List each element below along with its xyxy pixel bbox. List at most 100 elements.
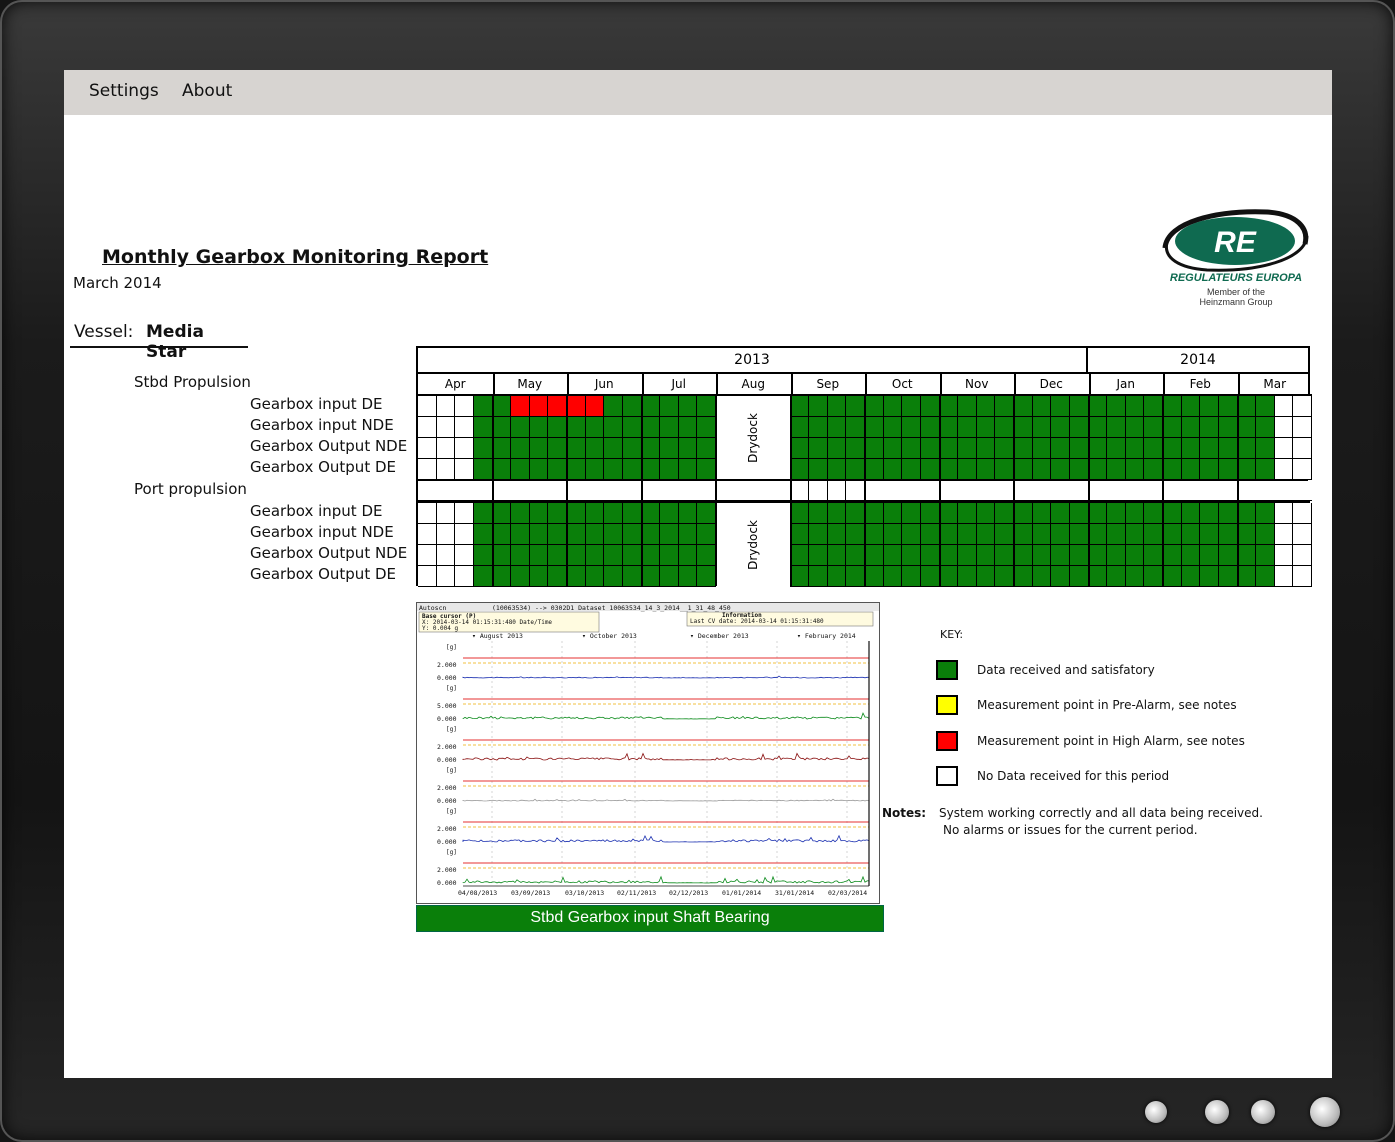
status-cell xyxy=(809,396,828,417)
status-cell xyxy=(1032,566,1052,587)
status-cell xyxy=(660,459,679,480)
row-label: Gearbox Output DE xyxy=(250,458,396,476)
row-label: Gearbox Output DE xyxy=(250,565,396,583)
report-date: March 2014 xyxy=(73,274,162,292)
status-cell xyxy=(827,503,847,524)
status-cell xyxy=(1107,524,1126,545)
status-cell xyxy=(641,503,661,524)
status-cell xyxy=(1032,396,1052,417)
separator-cell xyxy=(1237,480,1257,501)
status-cell xyxy=(958,417,977,438)
status-cell xyxy=(939,524,959,545)
status-cell xyxy=(1125,524,1145,545)
status-cell xyxy=(939,396,959,417)
status-cell xyxy=(995,545,1014,566)
status-cell xyxy=(622,566,642,587)
status-cell xyxy=(697,459,716,480)
status-cell xyxy=(1218,438,1238,459)
status-cell xyxy=(976,566,996,587)
status-cell xyxy=(1293,459,1312,480)
chart-svg: Autoscn (10063534) --> 0302D1 Dataset 100… xyxy=(417,603,879,897)
status-cell xyxy=(865,417,884,438)
power-button[interactable] xyxy=(1310,1097,1340,1127)
status-cell xyxy=(697,503,716,524)
status-cell xyxy=(1088,524,1108,545)
status-cell xyxy=(883,503,903,524)
status-cell xyxy=(790,459,810,480)
status-cell xyxy=(1069,566,1089,587)
panel-tick-high: 5.000 xyxy=(437,702,457,710)
status-cell xyxy=(1069,503,1089,524)
status-cell xyxy=(1107,396,1126,417)
status-cell xyxy=(1051,524,1070,545)
status-cell xyxy=(902,438,921,459)
monitor-button[interactable] xyxy=(1251,1100,1275,1124)
status-cell xyxy=(455,566,474,587)
x-tick-label: 03/10/2013 xyxy=(565,889,604,897)
status-cell xyxy=(920,503,940,524)
status-cell xyxy=(1200,566,1219,587)
cursor-y: Y: 0.004 g xyxy=(422,625,459,632)
status-cell xyxy=(902,524,921,545)
month-rule xyxy=(1013,396,1015,586)
status-cell xyxy=(473,438,493,459)
status-cell xyxy=(678,524,698,545)
status-cell xyxy=(622,459,642,480)
status-cell xyxy=(790,396,810,417)
menu-about[interactable]: About xyxy=(182,81,232,101)
status-cell xyxy=(920,459,940,480)
status-cell xyxy=(939,566,959,587)
status-cell xyxy=(641,545,661,566)
separator-cell xyxy=(604,480,623,501)
monitor-button[interactable] xyxy=(1205,1100,1229,1124)
month-jun: Jun xyxy=(567,374,644,396)
status-cell xyxy=(1069,524,1089,545)
status-cell xyxy=(1181,503,1201,524)
status-cell xyxy=(473,459,493,480)
status-cell xyxy=(1274,524,1294,545)
status-cell xyxy=(641,417,661,438)
separator-cell xyxy=(660,480,679,501)
status-cell xyxy=(567,438,586,459)
status-cell xyxy=(1069,459,1089,480)
status-cell xyxy=(1051,566,1070,587)
status-cell xyxy=(865,438,884,459)
status-cell xyxy=(1237,396,1257,417)
separator-cell xyxy=(418,480,437,501)
status-cell xyxy=(1163,417,1182,438)
status-cell xyxy=(567,459,586,480)
status-cell xyxy=(809,524,828,545)
panel-unit: [g] xyxy=(446,685,457,692)
monitor-button[interactable] xyxy=(1145,1101,1167,1123)
vibration-chart: Autoscn (10063534) --> 0302D1 Dataset 100… xyxy=(416,602,880,904)
status-cell xyxy=(511,417,530,438)
status-cell xyxy=(1125,545,1145,566)
key-title: KEY: xyxy=(940,628,964,641)
status-cell xyxy=(660,417,679,438)
status-cell xyxy=(1051,503,1070,524)
status-cell xyxy=(790,438,810,459)
status-cell xyxy=(511,459,530,480)
status-cell xyxy=(604,396,623,417)
status-cell xyxy=(1274,438,1294,459)
logo-company: REGULATEURS EUROPA xyxy=(1169,272,1303,284)
status-cell xyxy=(604,524,623,545)
row-label: Gearbox Output NDE xyxy=(250,437,408,455)
panel-tick-high: 2.000 xyxy=(437,825,457,833)
status-cell xyxy=(1163,545,1182,566)
menu-settings[interactable]: Settings xyxy=(89,81,159,101)
status-cell xyxy=(585,438,605,459)
separator-cell xyxy=(641,480,661,501)
month-rule xyxy=(491,396,494,586)
separator-cell xyxy=(1218,480,1238,501)
status-cell xyxy=(660,545,679,566)
status-cell xyxy=(939,459,959,480)
status-cell xyxy=(1163,459,1182,480)
status-cell xyxy=(958,545,977,566)
status-cell xyxy=(567,545,586,566)
month-may: May xyxy=(492,374,569,396)
status-cell xyxy=(455,545,474,566)
status-cell xyxy=(1069,396,1089,417)
panel-tick-high: 2.000 xyxy=(437,743,457,751)
status-cell xyxy=(418,503,437,524)
